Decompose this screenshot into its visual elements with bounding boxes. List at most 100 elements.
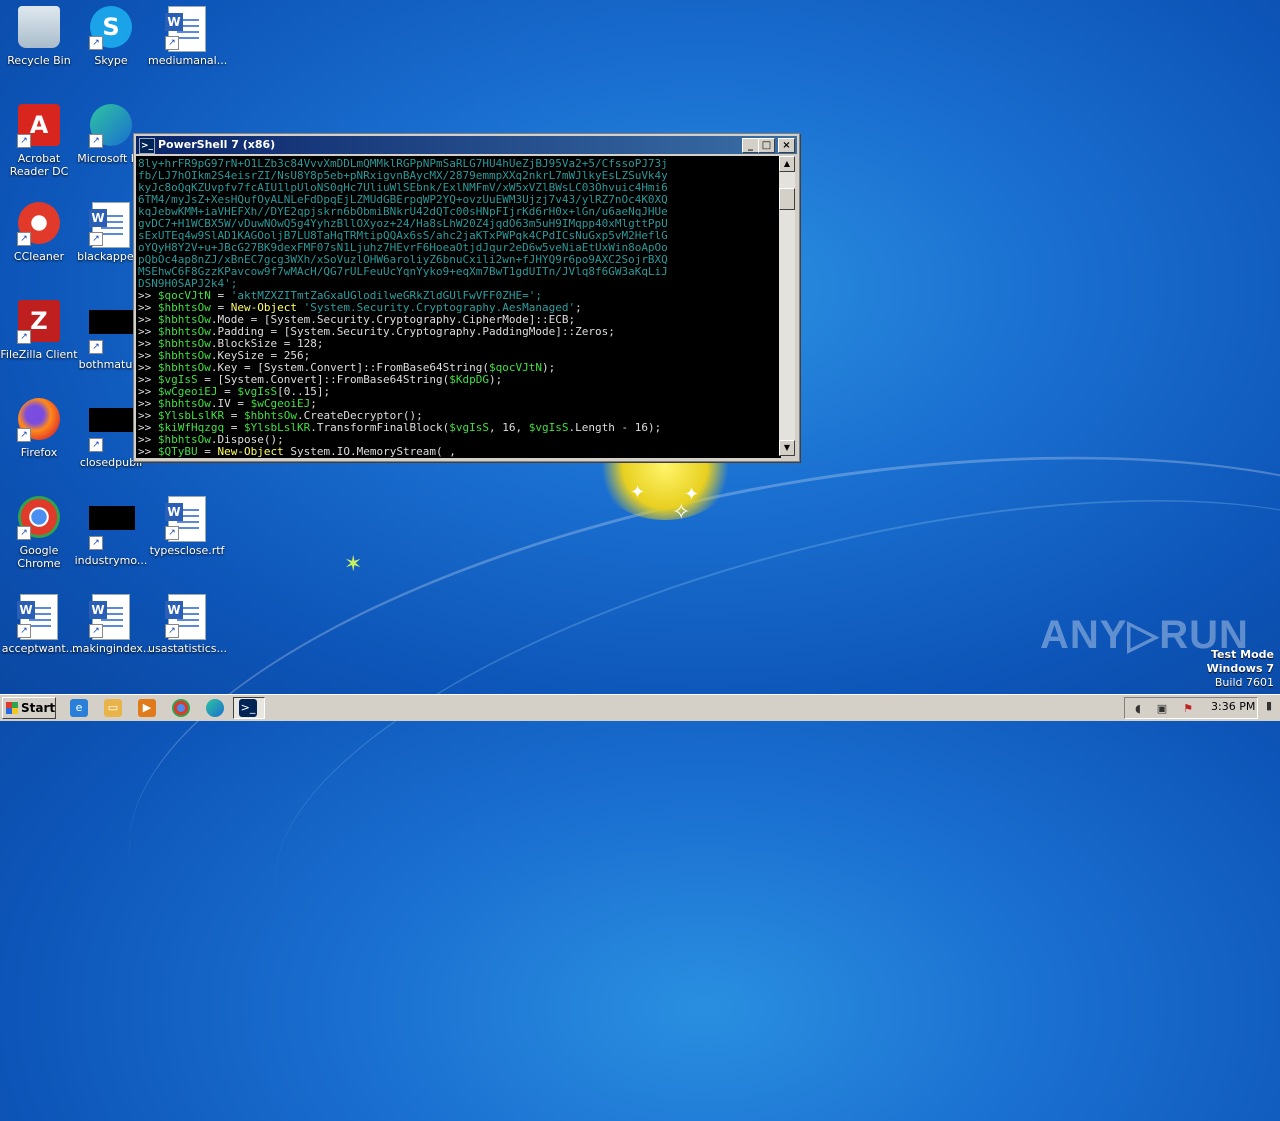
firefox-icon: ↗ <box>17 398 61 442</box>
console-token: = <box>210 290 231 302</box>
word-document-icon: W ↗ <box>165 6 209 52</box>
shortcut-arrow-icon: ↗ <box>89 134 103 148</box>
console-line: >> $hbhtsOw.Dispose(); <box>138 434 779 446</box>
console-line: sExUTEq4w9SlAD1KAGOoljB7LU8TaHqTRMtipQQA… <box>138 230 668 242</box>
shortcut-arrow-icon: ↗ <box>17 624 31 638</box>
console-line: MSEhwC6F8GzzKPavcow9f7wMAcH/QG7rULFeuUcY… <box>138 266 668 278</box>
console-token: >> <box>138 422 158 434</box>
desktop-icon[interactable]: A ↗ Acrobat Reader DC <box>0 104 78 178</box>
console-token: ; <box>575 302 582 314</box>
desktop-icon[interactable]: Recycle Bin <box>0 6 78 67</box>
desktop-icon[interactable]: W ↗ usastatistics... <box>148 594 227 655</box>
shortcut-arrow-icon: ↗ <box>17 134 31 148</box>
sparkle-icon: ✧ <box>672 500 691 525</box>
edge-icon[interactable] <box>206 699 224 717</box>
taskbar-powershell-item[interactable]: >_ <box>233 697 265 719</box>
start-button[interactable]: Start <box>2 697 56 719</box>
console-token: $hbhtsOw <box>243 410 297 422</box>
shortcut-arrow-icon: ↗ <box>89 536 103 550</box>
desktop-icon-label: Recycle Bin <box>7 54 71 67</box>
shortcut-arrow-icon: ↗ <box>89 438 103 452</box>
desktop-icon[interactable]: ↗ industrymo... <box>72 496 150 567</box>
console-token: = <box>224 422 244 434</box>
powershell-window[interactable]: >_ PowerShell 7 (x86) _ □ × 8ly+hrFR9pG9… <box>133 133 800 462</box>
word-document-icon: W ↗ <box>165 496 209 542</box>
vertical-scrollbar[interactable]: ▲ ▼ <box>779 156 795 456</box>
desktop-icon[interactable]: W ↗ acceptwant... <box>0 594 78 655</box>
media-player-icon[interactable]: ▶ <box>138 699 156 717</box>
word-document-icon: W ↗ <box>89 202 133 248</box>
close-button[interactable]: × <box>778 138 795 153</box>
maximize-button[interactable]: □ <box>758 138 775 153</box>
console-line: >> $hbhtsOw.IV = $wCgeoiEJ; <box>138 398 779 410</box>
action-center-icon[interactable]: ⚑ <box>1181 703 1195 715</box>
desktop-icon-label: Skype <box>94 54 128 67</box>
scroll-down-button[interactable]: ▼ <box>779 440 795 456</box>
desktop-icon[interactable]: W ↗ makingindex... <box>72 594 153 655</box>
console-token: >> <box>138 350 158 362</box>
console-token: $qocVJtN <box>489 362 542 374</box>
console-line: >> $hbhtsOw = New-Object 'System.Securit… <box>138 302 779 314</box>
desktop-icon-label: CCleaner <box>13 250 65 263</box>
desktop-icon-label: acceptwant... <box>1 642 77 655</box>
console-token: [0..15]; <box>277 386 331 398</box>
console-token: .KeySize = 256; <box>210 350 311 362</box>
shortcut-arrow-icon: ↗ <box>165 526 179 540</box>
desktop-icon[interactable]: W ↗ typesclose.rtf <box>148 496 226 557</box>
console-token: System.IO.MemoryStream( , <box>283 446 456 458</box>
windows-logo-icon <box>6 702 18 714</box>
console-token: .TransformFinalBlock( <box>310 422 450 434</box>
console-output[interactable]: 8ly+hrFR9pG97rN+O1LZb3c84VvvXmDDLmQMMklR… <box>136 156 781 458</box>
ie-icon[interactable]: e <box>70 699 88 717</box>
show-desktop-icon[interactable]: ▮ <box>1262 700 1276 712</box>
ccleaner-icon: ↗ <box>17 202 61 246</box>
desktop-icon-label: Firefox <box>20 446 58 459</box>
desktop-icon[interactable]: S ↗ Skype <box>72 6 150 67</box>
console-token: ; <box>310 398 317 410</box>
desktop-icon[interactable]: Z ↗ FileZilla Client <box>0 300 78 361</box>
console-token: >> <box>138 326 158 338</box>
console-line: 8ly+hrFR9pG97rN+O1LZb3c84VvvXmDDLmQMMklR… <box>138 158 668 170</box>
acrobat-icon: A ↗ <box>17 104 61 148</box>
console-token: ); <box>489 374 503 386</box>
console-token: >> <box>138 302 158 314</box>
shortcut-arrow-icon: ↗ <box>165 624 179 638</box>
console-line: >> $hbhtsOw.Mode = [System.Security.Cryp… <box>138 314 779 326</box>
minimize-button[interactable]: _ <box>742 138 759 153</box>
scroll-up-button[interactable]: ▲ <box>779 156 795 172</box>
clock[interactable]: 3:36 PM <box>1211 700 1255 713</box>
console-token: 'System.Security.Cryptography.AesManaged… <box>296 302 576 314</box>
console-token: >> <box>138 410 158 422</box>
desktop-icon[interactable]: ↗ Firefox <box>0 398 78 459</box>
powershell-icon: >_ <box>239 699 257 717</box>
desktop-icon[interactable]: ↗ Google Chrome <box>0 496 78 570</box>
console-token: = <box>210 302 231 314</box>
scroll-thumb[interactable] <box>779 188 795 210</box>
console-token: $hbhtsOw <box>157 314 211 326</box>
console-token: $qocVJtN <box>157 290 211 302</box>
word-document-icon: W ↗ <box>165 594 209 640</box>
console-token: .CreateDecryptor(); <box>296 410 423 422</box>
console-token: 'aktMZXZITmtZaGxaUGlodilweGRkZldGUlFwVFF… <box>230 290 542 302</box>
window-titlebar[interactable]: >_ PowerShell 7 (x86) _ □ × <box>136 136 797 154</box>
console-token: ); <box>542 362 556 374</box>
black-file-icon: ↗ <box>89 506 135 550</box>
desktop-icon-label: usastatistics... <box>148 642 227 655</box>
network-icon[interactable]: ▣ <box>1155 703 1169 715</box>
desktop-icon[interactable]: ↗ CCleaner <box>0 202 78 263</box>
console-token: >> <box>138 290 158 302</box>
os-label: Windows 7 <box>1206 662 1274 675</box>
console-token: .BlockSize = 128; <box>210 338 324 350</box>
word-document-icon: W ↗ <box>89 594 133 640</box>
desktop-icon[interactable]: W ↗ mediumanal... <box>148 6 228 67</box>
volume-icon[interactable]: ◖ <box>1131 703 1145 715</box>
chrome-icon[interactable] <box>172 699 190 717</box>
sparkle-icon: ✦ <box>630 482 646 503</box>
console-token: $hbhtsOw <box>157 326 211 338</box>
console-line: kqJebwKMM+iaVHEFXh//DYE2qpjskrn6bObmiBNk… <box>138 206 668 218</box>
console-token: >> <box>138 386 158 398</box>
shortcut-arrow-icon: ↗ <box>17 428 31 442</box>
desktop-icon-label: mediumanal... <box>148 54 228 67</box>
console-token: $hbhtsOw <box>157 434 211 446</box>
explorer-icon[interactable]: ▭ <box>104 699 122 717</box>
